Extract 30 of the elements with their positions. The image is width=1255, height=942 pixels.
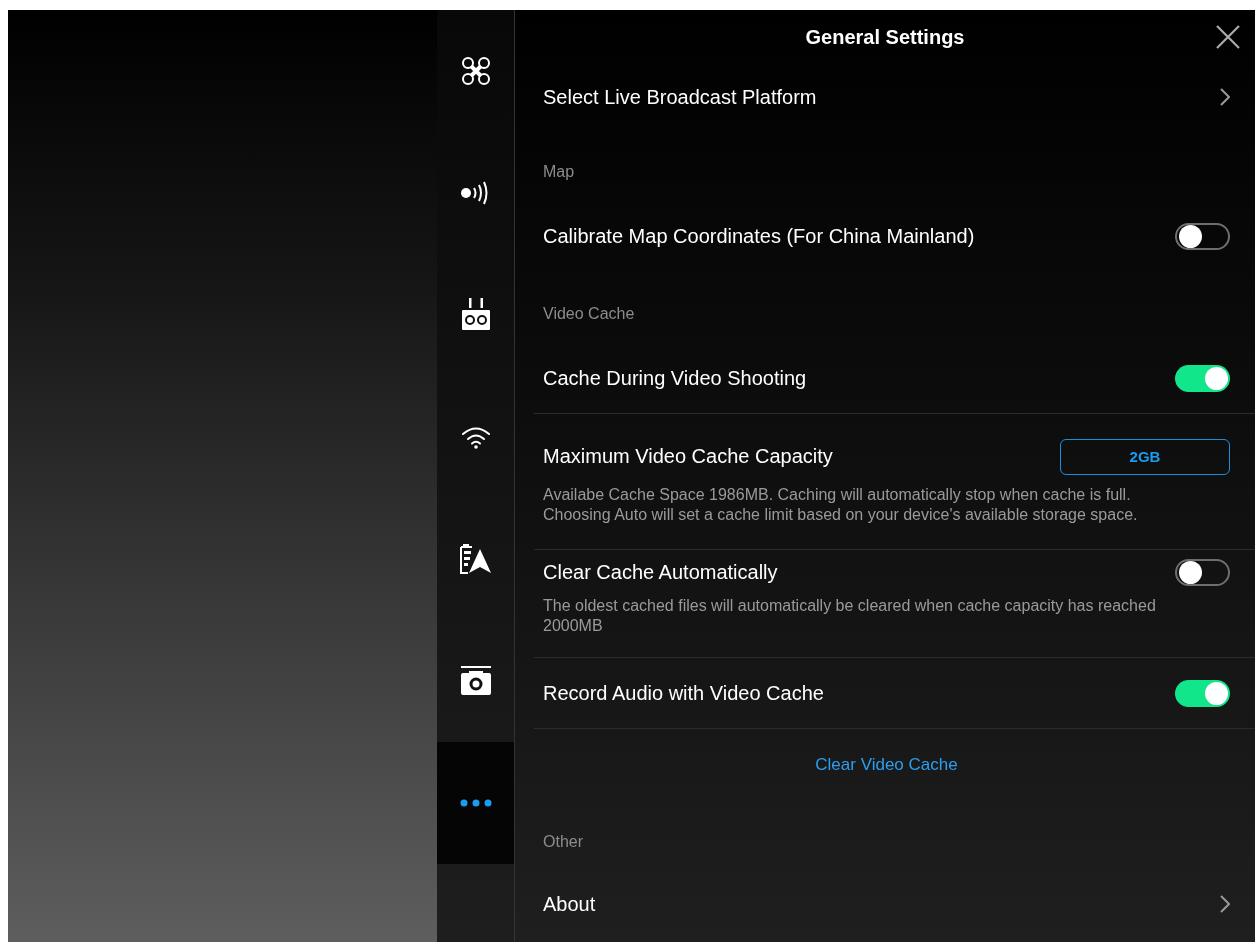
setting-label: Select Live Broadcast Platform	[543, 85, 817, 109]
section-header: Video Cache	[543, 304, 636, 323]
toggle-switch[interactable]	[1175, 223, 1230, 250]
setting-label: Record Audio with Video Cache	[543, 681, 824, 705]
setting-label: Calibrate Map Coordinates (For China Mainland)	[543, 225, 975, 248]
setting-label: Cache During Video Shooting	[543, 366, 807, 390]
chevron-right-icon	[1220, 895, 1230, 913]
clear-cache-button[interactable]: Clear Video Cache	[815, 754, 958, 775]
toggle-switch[interactable]	[1175, 364, 1230, 392]
setting-row[interactable]: Select Live Broadcast Platform	[534, 64, 1255, 130]
setting-label: Clear Cache Automatically	[543, 561, 778, 584]
setting-row[interactable]: About	[534, 871, 1255, 937]
section-header: Other	[543, 832, 584, 851]
panel-title: General Settings	[805, 25, 965, 49]
toggle-switch[interactable]	[1175, 679, 1230, 707]
setting-label: Maximum Video Cache Capacity	[543, 445, 833, 468]
camera-icon	[459, 666, 492, 696]
drone-icon	[459, 55, 492, 87]
setting-note: The oldest cached files will automatically be cleared when cache capacity has reached 2000MB	[543, 596, 1157, 636]
remote-controller-icon	[460, 298, 491, 332]
section-header: Map	[543, 162, 576, 181]
close-button[interactable]	[1215, 24, 1241, 50]
setting-label: About	[543, 892, 596, 916]
wifi-icon	[460, 425, 491, 449]
chevron-right-icon	[1220, 88, 1230, 106]
setting-note: Availabe Cache Space 1986MB. Caching will automatically stop when cache is full. Choosing Auto will set a cache limit based on your device's available storage space.	[543, 484, 1139, 525]
toggle-switch[interactable]	[1175, 559, 1230, 586]
more-icon	[459, 799, 492, 807]
battery-navigation-icon	[459, 544, 492, 574]
capacity-button[interactable]: 2GB	[1060, 438, 1230, 475]
